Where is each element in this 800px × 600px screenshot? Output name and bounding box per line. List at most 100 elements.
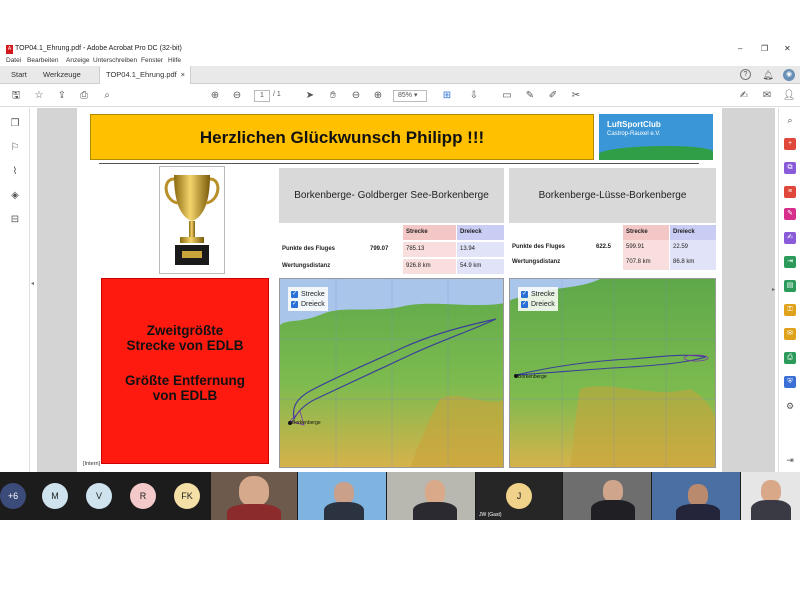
- tab-start[interactable]: Start: [5, 66, 33, 84]
- mail-icon[interactable]: ✉︎: [760, 89, 774, 103]
- route-2-col-strecke: Strecke: [623, 225, 669, 240]
- collapse-left-icon[interactable]: ◂: [31, 280, 34, 287]
- route-2-points-strecke: 599.91: [623, 240, 669, 255]
- scan-ocr-icon[interactable]: ▤: [784, 280, 796, 292]
- more-tools-icon[interactable]: ⚙︎: [784, 400, 796, 412]
- club-logo: LuftSportClub Castrop-Rauxel e.V.: [599, 114, 713, 160]
- checkbox-checked-icon[interactable]: ✓: [521, 300, 528, 308]
- window-title: TOP04.1_Ehrung.pdf - Adobe Acrobat Pro D…: [15, 45, 182, 52]
- save-icon[interactable]: 🖫: [9, 89, 23, 103]
- scroll-mode-icon[interactable]: ⇩: [467, 89, 481, 103]
- tab-close-icon[interactable]: ×: [181, 66, 185, 84]
- notification-bell-icon[interactable]: 🔔︎: [762, 69, 774, 81]
- comment-tool-icon[interactable]: ✉︎: [784, 328, 796, 340]
- search-icon[interactable]: ⌕: [784, 114, 796, 126]
- zoom-search-icon[interactable]: ⌕: [100, 89, 114, 103]
- checkbox-checked-icon[interactable]: ✓: [291, 290, 298, 298]
- help-icon[interactable]: ?: [740, 69, 751, 80]
- stamp-icon[interactable]: ✂︎: [569, 89, 583, 103]
- fill-sign-icon[interactable]: ✍︎: [784, 232, 796, 244]
- export-pdf-icon[interactable]: ⇥: [784, 256, 796, 268]
- checkbox-checked-icon[interactable]: ✓: [521, 290, 528, 298]
- tab-tools[interactable]: Werkzeuge: [37, 66, 87, 84]
- video-tile-3[interactable]: [387, 472, 475, 520]
- comment-icon[interactable]: ▭: [500, 89, 514, 103]
- divider-line: [99, 163, 699, 164]
- checkbox-checked-icon[interactable]: ✓: [291, 300, 298, 308]
- page-total: / 1: [273, 91, 281, 98]
- print-production-icon[interactable]: ⎙: [784, 352, 796, 364]
- zoom-in-icon[interactable]: ⊕: [371, 89, 385, 103]
- protect-icon[interactable]: ⚿: [784, 304, 796, 316]
- route-2-legend-strecke-row[interactable]: ✓ Strecke: [521, 289, 555, 299]
- menu-item-datei[interactable]: Datei: [6, 57, 21, 64]
- bookmark-star-icon[interactable]: ☆: [32, 89, 46, 103]
- route-1-legend-dreieck-row[interactable]: ✓ Dreieck: [291, 299, 325, 309]
- next-page-icon[interactable]: ⊖: [230, 89, 244, 103]
- minimize-button[interactable]: –: [738, 44, 742, 53]
- layers-icon[interactable]: ◈: [9, 190, 21, 202]
- participant-avatar-v[interactable]: V: [86, 483, 112, 509]
- close-window-button[interactable]: ✕: [784, 44, 791, 53]
- highlight-pen-icon[interactable]: ✎: [523, 89, 537, 103]
- sign-icon[interactable]: ✍︎: [737, 89, 751, 103]
- previous-page-icon[interactable]: ⊕: [208, 89, 222, 103]
- account-avatar-icon[interactable]: ◉: [783, 69, 795, 81]
- video-tile-5[interactable]: [563, 472, 651, 520]
- route-1-legend-dreieck: Dreieck: [301, 300, 325, 308]
- achievement-line-1: Zweitgrößte: [146, 323, 224, 338]
- menu-item-fenster[interactable]: Fenster: [141, 57, 163, 64]
- document-viewport[interactable]: Herzlichen Glückwunsch Philipp !!! LuftS…: [37, 108, 775, 472]
- attachments-icon[interactable]: ⌇: [9, 166, 21, 178]
- combine-files-icon[interactable]: ⧉: [784, 162, 796, 174]
- route-2-legend-dreieck-row[interactable]: ✓ Dreieck: [521, 299, 555, 309]
- participant-avatar-fk[interactable]: FK: [174, 483, 200, 509]
- menu-item-anzeige[interactable]: Anzeige: [66, 57, 90, 64]
- route-2-distance-label: Wertungsdistanz: [512, 259, 561, 265]
- route-2-distance-dreieck: 86.8 km: [670, 255, 716, 270]
- video-tile-6[interactable]: [652, 472, 740, 520]
- fit-page-icon[interactable]: ⊞: [440, 89, 454, 103]
- menu-item-bearbeiten[interactable]: Bearbeiten: [27, 57, 58, 64]
- video-call-strip: +6 M V R FK J JW (Gast): [0, 472, 800, 520]
- pdf-page: Herzlichen Glückwunsch Philipp !!! LuftS…: [77, 108, 722, 472]
- video-tile-1[interactable]: [211, 472, 297, 520]
- participant-avatar-r[interactable]: R: [130, 483, 156, 509]
- video-tile-7[interactable]: [741, 472, 800, 520]
- structure-icon[interactable]: ⊟: [9, 214, 21, 226]
- route-1-map-town: Borkenberge: [292, 420, 321, 426]
- select-cursor-icon[interactable]: ➤: [303, 89, 317, 103]
- bookmarks-icon[interactable]: ⚐: [9, 142, 21, 154]
- edit-pdf-icon[interactable]: ✎: [784, 208, 796, 220]
- hand-tool-icon[interactable]: ✋︎: [326, 89, 340, 103]
- zoom-level-select[interactable]: 85% ▾: [393, 90, 427, 102]
- tab-document-label: TOP04.1_Ehrung.pdf: [106, 70, 177, 79]
- tab-document[interactable]: TOP04.1_Ehrung.pdf ×: [99, 66, 191, 84]
- organize-pages-icon[interactable]: ≡: [784, 186, 796, 198]
- upload-cloud-icon[interactable]: ⇪: [55, 89, 69, 103]
- add-user-icon[interactable]: 👤︎: [782, 89, 796, 103]
- route-1-map[interactable]: ✓ Strecke ✓ Dreieck Borkenberge: [279, 278, 504, 468]
- participant-avatar-m[interactable]: M: [42, 483, 68, 509]
- print-icon[interactable]: ⎙: [77, 89, 91, 103]
- achievement-line-3: Größte Entfernung: [125, 373, 245, 388]
- collapse-right-icon[interactable]: ▸: [772, 286, 775, 293]
- route-2-map[interactable]: ✓ Strecke ✓ Dreieck Borkenberge: [509, 278, 716, 468]
- page-number-input[interactable]: 1: [254, 90, 270, 102]
- video-tile-2[interactable]: [298, 472, 386, 520]
- menu-item-hilfe[interactable]: Hilfe: [168, 57, 181, 64]
- route-1-distance-strecke: 926.8 km: [403, 259, 456, 274]
- zoom-out-icon[interactable]: ⊖: [349, 89, 363, 103]
- route-1-distance-label: Wertungsdistanz: [282, 263, 331, 269]
- draw-icon[interactable]: ✐: [546, 89, 560, 103]
- page-thumbnails-icon[interactable]: ❐: [9, 118, 21, 130]
- maximize-button[interactable]: ❐: [761, 44, 768, 53]
- route-1-legend-strecke-row[interactable]: ✓ Strecke: [291, 289, 325, 299]
- collapse-panel-icon[interactable]: ⇥: [784, 454, 796, 466]
- menu-item-unterschreiben[interactable]: Unterschreiben: [93, 57, 137, 64]
- zoom-value: 85%: [398, 92, 413, 99]
- shield-icon[interactable]: ⛨: [784, 376, 796, 388]
- video-tile-4[interactable]: J JW (Gast): [476, 472, 562, 520]
- more-participants-badge[interactable]: +6: [0, 483, 26, 509]
- create-pdf-icon[interactable]: +: [784, 138, 796, 150]
